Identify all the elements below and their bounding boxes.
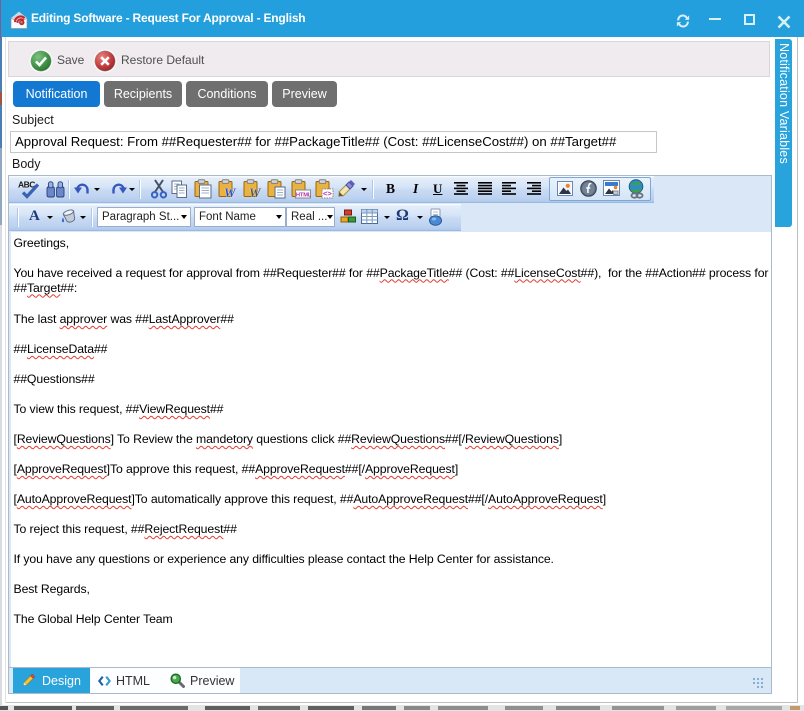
svg-text:HTML: HTML [296, 192, 311, 198]
svg-text:W: W [249, 185, 262, 199]
svg-text:<>: <> [323, 189, 332, 198]
svg-text:W: W [224, 185, 237, 199]
